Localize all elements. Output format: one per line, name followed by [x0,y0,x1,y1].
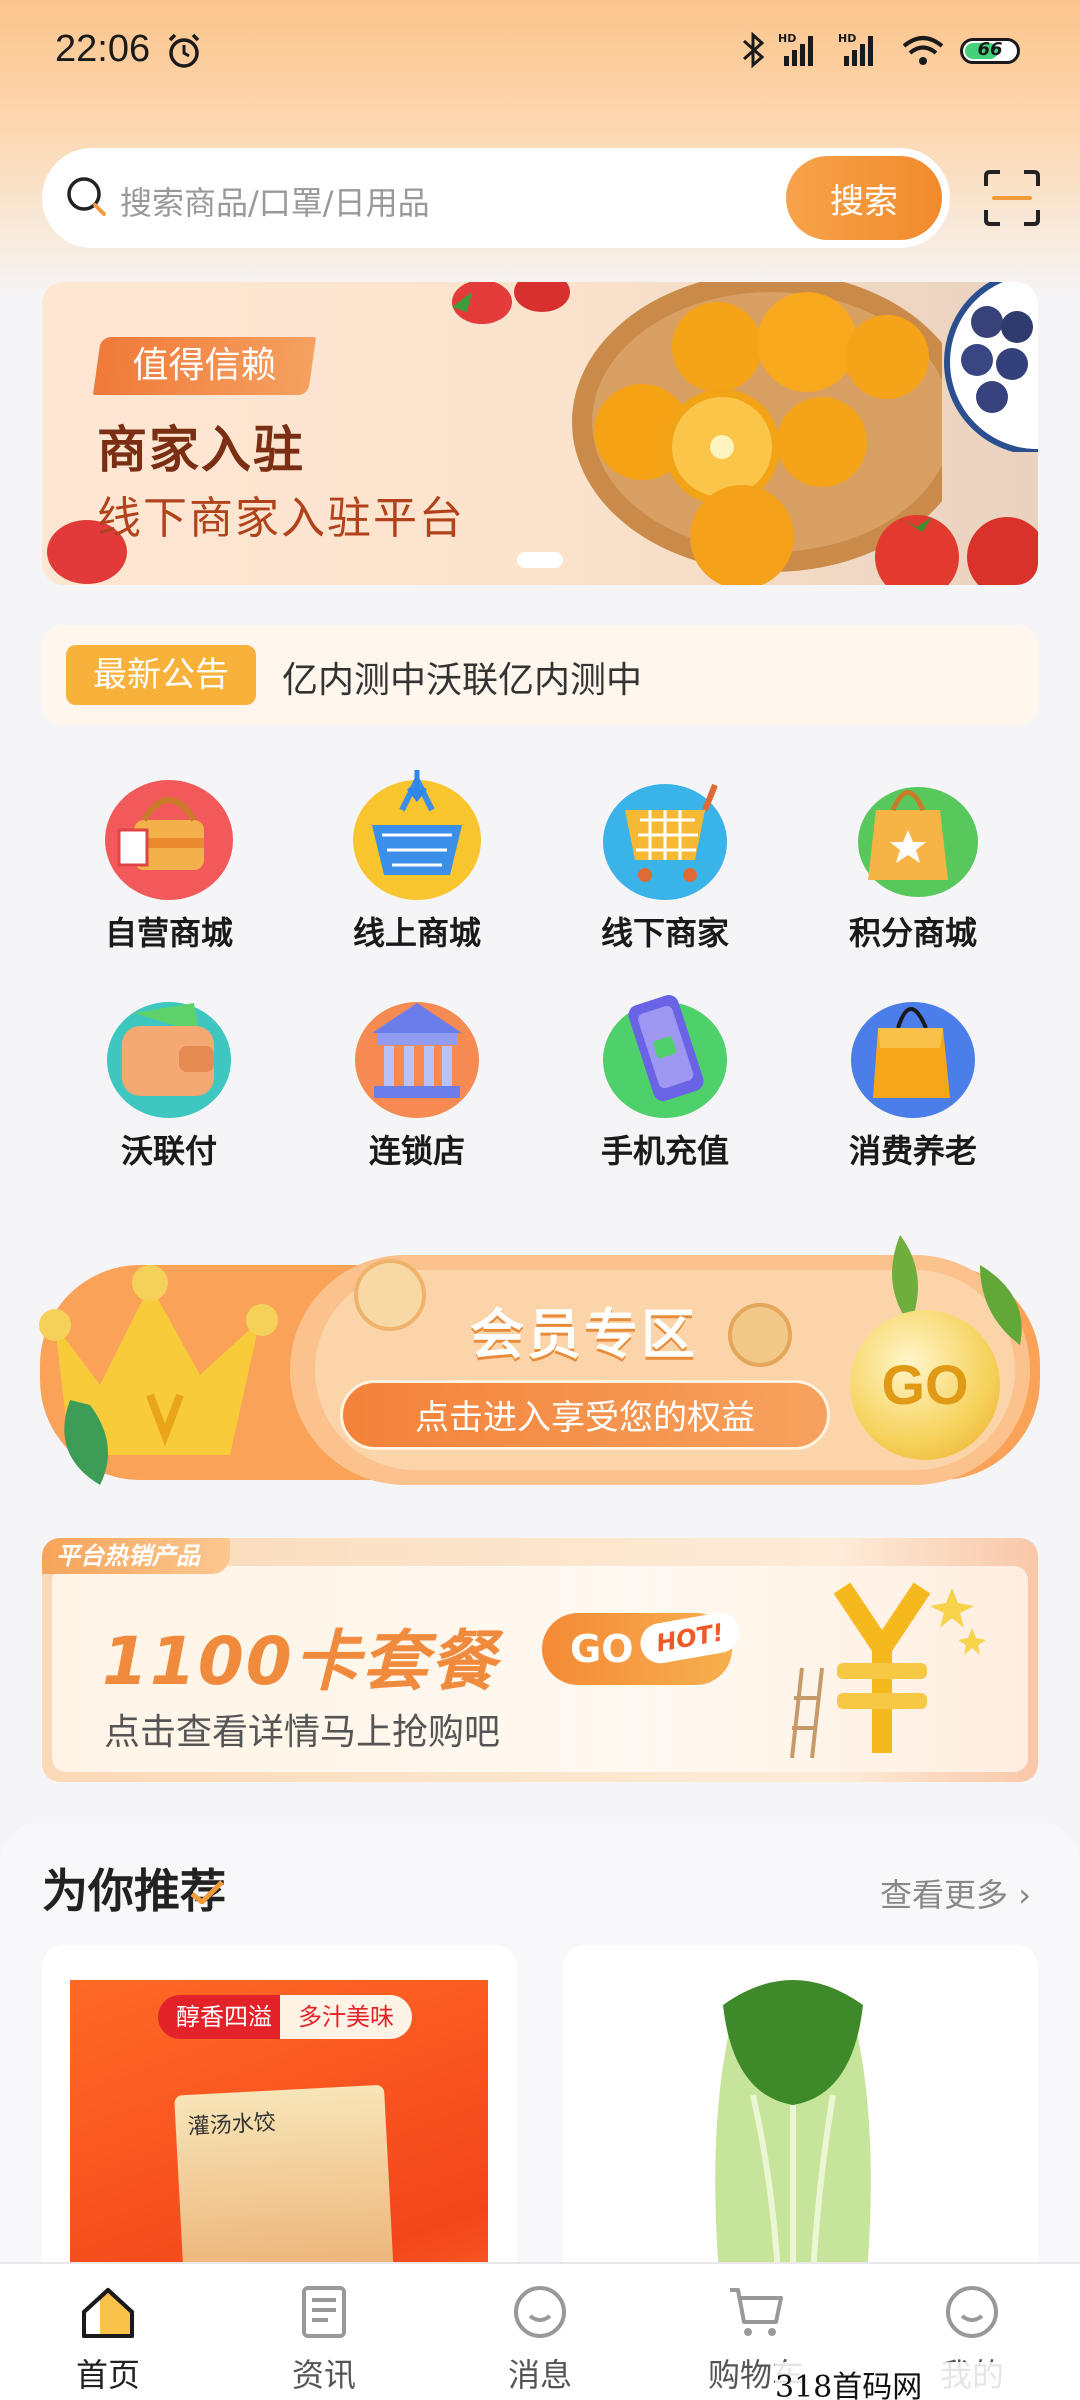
product-badge-1: 醇香四溢 [158,1995,290,2039]
tab-messages[interactable]: 消息 [460,2274,620,2394]
tab-label: 资讯 [291,2356,356,2394]
vip-subtitle[interactable]: 点击进入享受您的权益 [340,1380,830,1450]
battery-text: 66 [977,39,1003,60]
package-banner[interactable]: 平台热销产品 1100卡套餐 GO HOT! 点击查看详情马上抢购吧 [42,1538,1038,1782]
category-chain-store[interactable]: 连锁店 [312,978,492,1178]
shopping-bag-icon [851,1002,975,1118]
signal-2-icon: HD [838,32,873,66]
banner-tag-label: 值得信赖 [132,345,277,386]
gift-bag-icon [858,787,978,897]
announcement-bar[interactable]: 最新公告 亿内测中沃联亿内测中 [42,625,1038,725]
category-label: 线上商城 [352,914,481,952]
vip-go-button[interactable]: GO [850,1310,1000,1460]
view-more-link[interactable]: 查看更多 › [880,1870,1031,1916]
cart-icon [730,2288,783,2336]
news-icon [302,2286,346,2338]
profile-icon [946,2286,998,2338]
phone-icon [603,995,727,1118]
watermark: 318首码网 www.E318.com [775,2362,1080,2400]
search-bar[interactable]: 搜索商品/口罩/日用品 搜索 [42,148,950,248]
banner-subtitle: 线下商家入驻平台 [97,493,465,544]
package-title: 1100卡套餐 [102,1623,498,1700]
yuan-symbol-illustration [790,1582,986,1759]
strawberry-top-icon [452,282,570,324]
battery-indicator: 66 [960,38,1020,64]
scan-icon[interactable] [982,168,1042,228]
status-time: 22:06 [55,28,151,70]
search-input[interactable]: 搜索商品/口罩/日用品 [120,178,430,224]
tab-news[interactable]: 资讯 [244,2274,404,2394]
message-icon [514,2286,566,2338]
signal-1-label: HD [778,32,796,45]
announcement-text[interactable]: 亿内测中沃联亿内测中 [282,651,642,703]
banner-tag: 值得信赖 [92,337,317,395]
picnic-basket-icon [105,780,233,900]
shopping-basket-icon [353,770,481,900]
category-online-mall[interactable]: 线上商城 [312,760,492,960]
category-label: 沃联付 [120,1132,217,1170]
category-label: 连锁店 [368,1132,465,1170]
category-label: 自营商城 [104,914,233,952]
bank-building-icon [355,1002,479,1118]
category-label: 消费养老 [848,1132,977,1170]
vip-zone-banner[interactable]: 会员专区 点击进入享受您的权益 GO [30,1225,1050,1505]
status-bar: 22:06 HD HD 66 [0,0,1080,100]
tomato-icon [875,515,1038,585]
chevron-right-icon: › [1018,1876,1031,1914]
wallet-icon [107,1002,231,1118]
shopping-cart-icon [603,783,727,900]
bluetooth-icon [743,31,765,69]
package-subtitle: 点击查看详情马上抢购吧 [104,1712,501,1753]
product-badge-2: 多汁美味 [280,1995,412,2039]
tab-label: 首页 [75,2356,140,2394]
check-accent-icon [190,1880,224,1904]
home-icon [82,2288,134,2338]
promo-banner[interactable]: 值得信赖 商家入驻 线下商家入驻平台 [42,282,1038,585]
wifi-icon [902,36,944,65]
category-label: 线下商家 [600,914,729,952]
signal-2-label: HD [838,32,856,45]
category-self-mall[interactable]: 自营商城 [64,760,244,960]
category-offline-merchant[interactable]: 线下商家 [560,760,740,960]
announcement-tag: 最新公告 [66,645,256,705]
category-label: 积分商城 [848,914,977,952]
category-wolian-pay[interactable]: 沃联付 [64,978,244,1178]
signal-1-icon: HD [778,32,813,66]
search-icon [67,177,106,216]
category-consumer-pension[interactable]: 消费养老 [808,978,988,1178]
search-button[interactable]: 搜索 [786,156,942,240]
tab-home[interactable]: 首页 [28,2274,188,2394]
tab-label: 消息 [507,2356,572,2394]
dumpling-package-text: 灌汤水饺 [187,2110,277,2140]
vip-title: 会员专区 [470,1303,698,1366]
carousel-indicator[interactable] [517,552,563,568]
view-more-label: 查看更多 [880,1876,1009,1914]
banner-title: 商家入驻 [97,421,305,479]
package-tag: 平台热销产品 [42,1538,230,1574]
category-points-mall[interactable]: 积分商城 [808,760,988,960]
category-phone-recharge[interactable]: 手机充值 [560,978,740,1178]
blueberry-bowl-icon [944,282,1038,452]
category-label: 手机充值 [600,1132,729,1170]
alarm-icon [168,33,200,68]
